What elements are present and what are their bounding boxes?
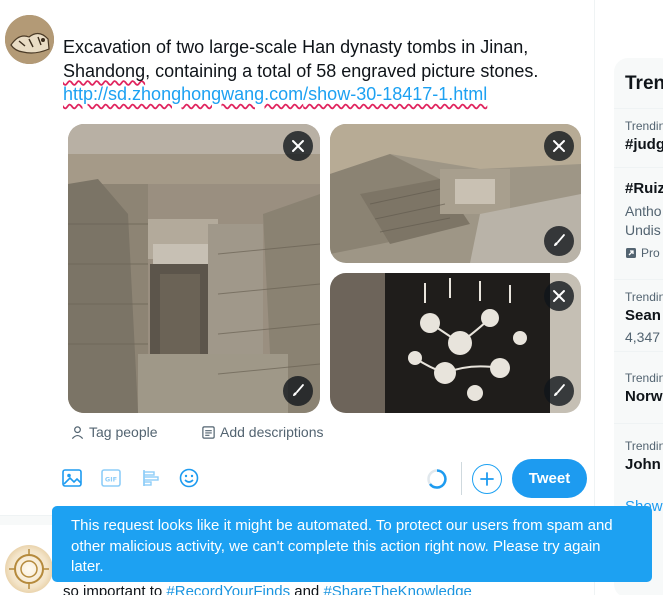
image-icon	[62, 469, 82, 487]
brush-icon	[293, 384, 304, 396]
trend-meta: Trendin	[625, 290, 663, 304]
gif-icon: GIF	[101, 469, 121, 487]
remove-photo-3-button[interactable]	[544, 281, 574, 311]
edit-photo-1-button[interactable]	[283, 376, 313, 406]
trend-name: John	[625, 456, 661, 473]
trend-item[interactable]: Trendin John	[614, 423, 663, 493]
trend-name: Norw	[625, 388, 663, 405]
close-icon	[292, 140, 304, 152]
edit-photo-2-button[interactable]	[544, 226, 574, 256]
tweet-link[interactable]: http://sd.zhonghongwang.com/show-30-1841…	[63, 84, 487, 104]
tweet-text-main: Excavation of two large-scale Han dynast…	[63, 37, 529, 57]
close-icon	[553, 290, 565, 302]
close-icon	[553, 140, 565, 152]
tag-people-label: Tag people	[89, 424, 158, 440]
attached-photo-2[interactable]	[330, 124, 581, 263]
add-tweet-button[interactable]	[472, 464, 502, 494]
trend-description: Antho	[625, 203, 662, 219]
feed-tweet-avatar[interactable]	[5, 545, 53, 593]
feed-tweet-text: so important to #RecordYourFinds and #Sh…	[63, 583, 472, 595]
attached-photo-3[interactable]	[330, 273, 581, 413]
tweet-button[interactable]: Tweet	[512, 459, 587, 498]
tweet-text-after: , containing a total of 58 engraved pict…	[145, 60, 539, 81]
trend-meta: Trendin	[625, 439, 663, 453]
poll-button[interactable]	[139, 466, 163, 490]
promoted-icon	[626, 248, 636, 258]
tweet-text-editor[interactable]: Excavation of two large-scale Han dynast…	[63, 36, 583, 107]
media-upload-button[interactable]	[60, 466, 84, 490]
gif-button[interactable]: GIF	[99, 466, 123, 490]
remove-photo-1-button[interactable]	[283, 131, 313, 161]
plus-icon	[480, 472, 494, 486]
trend-description: Undis	[625, 222, 661, 238]
emoji-button[interactable]	[177, 466, 201, 490]
character-count-ring	[427, 469, 447, 489]
description-icon	[202, 425, 215, 439]
edit-photo-3-button[interactable]	[544, 376, 574, 406]
feed-text-middle: and	[290, 583, 324, 595]
attached-media-grid	[68, 124, 581, 413]
automation-warning-toast: This request looks like it might be auto…	[52, 506, 652, 582]
tweet-link-prefix: http://	[63, 84, 109, 104]
trend-name: #Ruiz	[625, 180, 663, 197]
add-descriptions-button[interactable]: Add descriptions	[201, 424, 324, 440]
trend-meta: Trendin	[625, 371, 663, 385]
promoted-text: Pro	[641, 246, 660, 260]
remove-photo-2-button[interactable]	[544, 131, 574, 161]
tweet-text-misspelled-word: Shandong	[63, 60, 146, 81]
brush-icon	[554, 384, 565, 396]
attached-photo-1[interactable]	[68, 124, 320, 413]
tweet-link-path: /show-30-18417-1.html	[303, 84, 488, 104]
trend-item[interactable]: #Ruiz Antho Undis Pro	[614, 167, 663, 279]
add-descriptions-label: Add descriptions	[220, 424, 324, 440]
trends-title: Tren	[625, 73, 663, 94]
svg-text:GIF: GIF	[105, 476, 117, 484]
trend-item[interactable]: Trendin Sean 4,347	[614, 279, 663, 351]
toolbar-divider	[461, 462, 462, 495]
trend-meta: Trendin	[625, 119, 663, 133]
poll-icon	[143, 470, 159, 486]
trend-name: #judg	[625, 136, 663, 153]
trend-item[interactable]: Trendin #judg	[614, 108, 663, 167]
toast-message: This request looks like it might be auto…	[71, 517, 613, 575]
trend-item[interactable]: Trendin Norw	[614, 351, 663, 423]
brush-icon	[554, 234, 565, 246]
feed-text-prefix: so important to	[63, 583, 167, 595]
emoji-icon	[179, 468, 199, 488]
hashtag-link[interactable]: #ShareTheKnowledge	[323, 583, 471, 595]
trend-name: Sean	[625, 307, 661, 324]
tweet-link-domain: sd.zhonghongwang.com	[108, 84, 304, 104]
user-avatar[interactable]	[5, 15, 54, 64]
promoted-label: Pro	[625, 246, 660, 260]
person-icon	[71, 425, 84, 439]
tomb-chamber-photo	[68, 124, 320, 413]
trend-tweet-count: 4,347	[625, 329, 661, 345]
tag-people-button[interactable]: Tag people	[70, 424, 158, 440]
hashtag-link[interactable]: #RecordYourFinds	[166, 583, 290, 595]
